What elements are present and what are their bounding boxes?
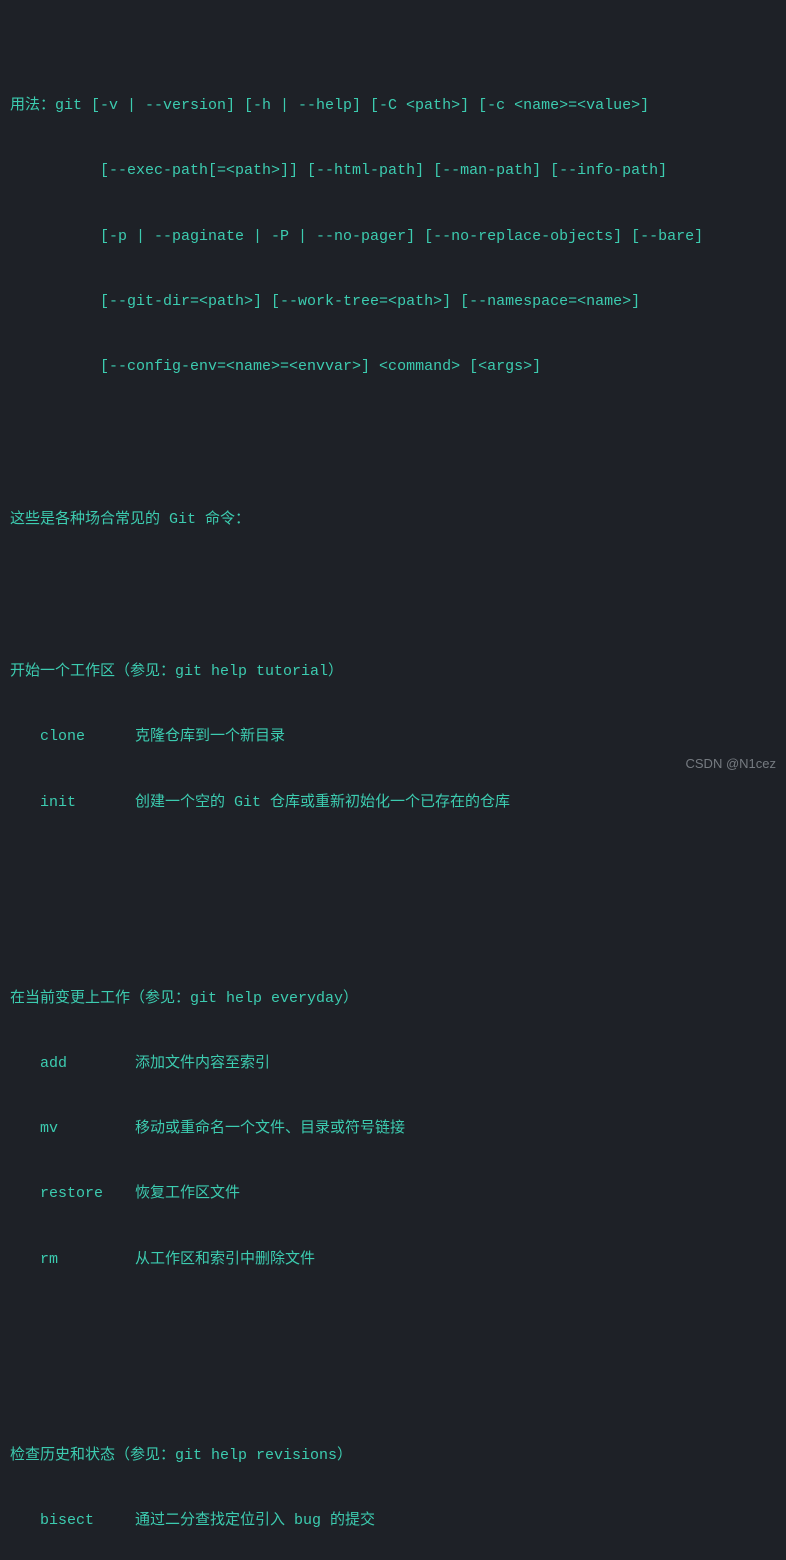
section-title: 开始一个工作区（参见：git help tutorial） bbox=[10, 661, 776, 683]
usage-line: [--config-env=<name>=<envvar>] <command>… bbox=[10, 356, 776, 378]
command-name: bisect bbox=[40, 1510, 135, 1532]
watermark-text: CSDN @N1cez bbox=[686, 755, 777, 774]
command-desc: 恢复工作区文件 bbox=[135, 1183, 776, 1205]
command-desc: 克隆仓库到一个新目录 bbox=[135, 726, 776, 748]
section-workarea: 开始一个工作区（参见：git help tutorial） clone 克隆仓库… bbox=[10, 618, 776, 857]
command-row: clone 克隆仓库到一个新目录 bbox=[10, 726, 776, 748]
command-name: init bbox=[40, 792, 135, 814]
command-row: rm 从工作区和索引中删除文件 bbox=[10, 1249, 776, 1271]
command-row: init 创建一个空的 Git 仓库或重新初始化一个已存在的仓库 bbox=[10, 792, 776, 814]
command-desc: 添加文件内容至索引 bbox=[135, 1053, 776, 1075]
command-name: add bbox=[40, 1053, 135, 1075]
command-desc: 从工作区和索引中删除文件 bbox=[135, 1249, 776, 1271]
command-name: rm bbox=[40, 1249, 135, 1271]
command-row: add 添加文件内容至索引 bbox=[10, 1053, 776, 1075]
intro-text: 这些是各种场合常见的 Git 命令： bbox=[10, 509, 776, 531]
command-name: mv bbox=[40, 1118, 135, 1140]
command-name: restore bbox=[40, 1183, 135, 1205]
command-row: mv 移动或重命名一个文件、目录或符号链接 bbox=[10, 1118, 776, 1140]
section-title: 检查历史和状态（参见：git help revisions） bbox=[10, 1445, 776, 1467]
command-desc: 创建一个空的 Git 仓库或重新初始化一个已存在的仓库 bbox=[135, 792, 776, 814]
usage-line: 用法：git [-v | --version] [-h | --help] [-… bbox=[10, 95, 776, 117]
usage-line: [-p | --paginate | -P | --no-pager] [--n… bbox=[10, 226, 776, 248]
command-name: clone bbox=[40, 726, 135, 748]
section-history: 检查历史和状态（参见：git help revisions） bisect 通过… bbox=[10, 1401, 776, 1560]
section-title: 在当前变更上工作（参见：git help everyday） bbox=[10, 988, 776, 1010]
command-desc: 移动或重命名一个文件、目录或符号链接 bbox=[135, 1118, 776, 1140]
terminal-output: 用法：git [-v | --version] [-h | --help] [-… bbox=[10, 8, 776, 1560]
usage-line: [--exec-path[=<path>]] [--html-path] [--… bbox=[10, 160, 776, 182]
section-changes: 在当前变更上工作（参见：git help everyday） add 添加文件内… bbox=[10, 944, 776, 1314]
command-row: restore 恢复工作区文件 bbox=[10, 1183, 776, 1205]
command-row: bisect 通过二分查找定位引入 bug 的提交 bbox=[10, 1510, 776, 1532]
usage-line: [--git-dir=<path>] [--work-tree=<path>] … bbox=[10, 291, 776, 313]
command-desc: 通过二分查找定位引入 bug 的提交 bbox=[135, 1510, 776, 1532]
usage-block: 用法：git [-v | --version] [-h | --help] [-… bbox=[10, 52, 776, 422]
